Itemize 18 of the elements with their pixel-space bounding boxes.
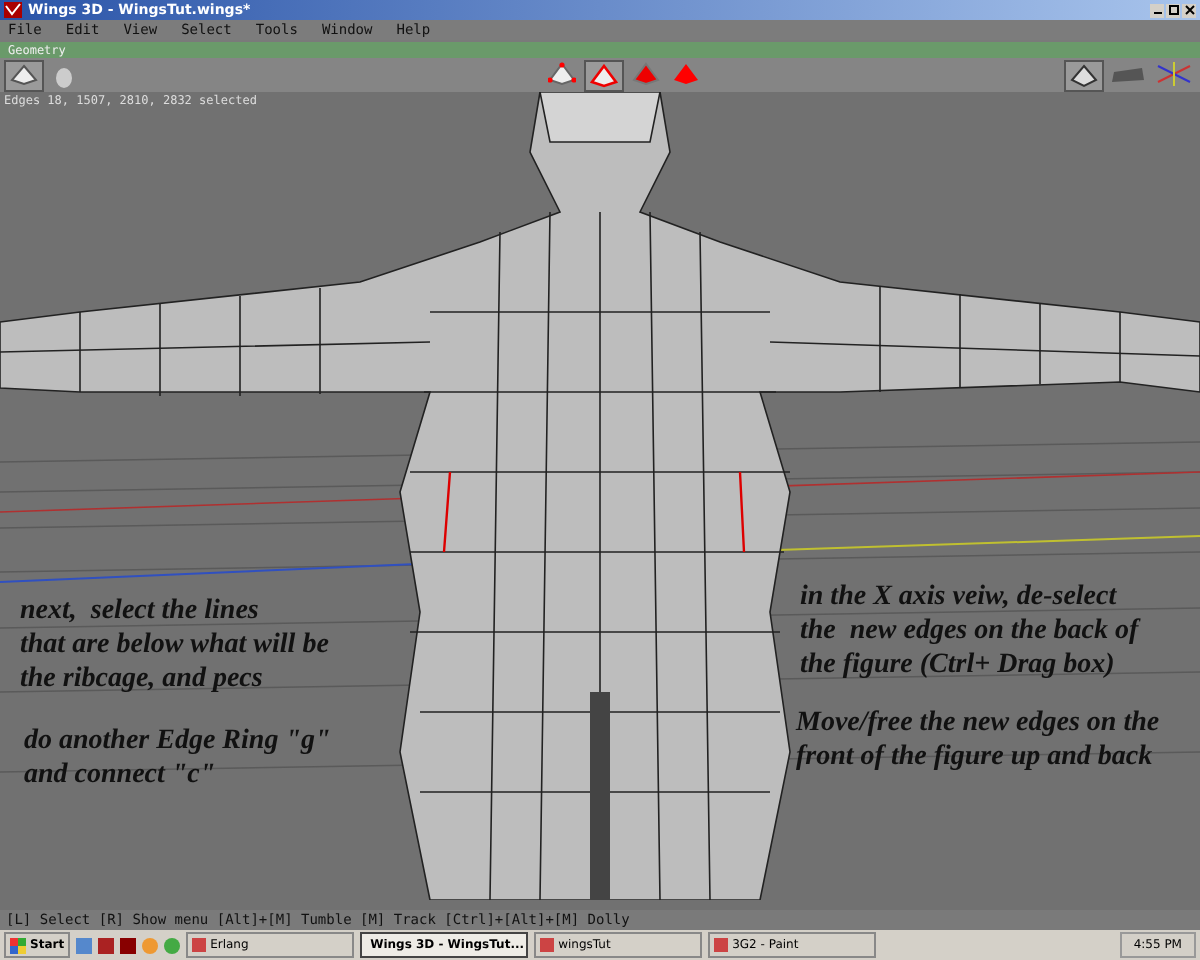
annotation-text: in the X axis veiw, de-select the new edges on the back of the figure (Ctrl+ Drag box) <box>800 580 1139 682</box>
app-icon <box>714 938 729 952</box>
annotation-text: next, select the lines that are below what will be the ribcage, and pecs <box>20 594 329 696</box>
windows-logo-icon <box>10 937 26 953</box>
app-icon <box>540 938 555 952</box>
annotation-text: Move/free the new edges on the front of the figure up and back <box>796 706 1160 774</box>
app-icon <box>4 2 22 18</box>
minimize-button[interactable] <box>1150 3 1164 17</box>
vertex-mode-button[interactable] <box>544 59 580 87</box>
pyramid-view-button[interactable] <box>1064 59 1104 91</box>
close-button[interactable] <box>1182 3 1196 17</box>
restore-button[interactable] <box>1166 3 1180 17</box>
quick-launch-icons[interactable] <box>76 935 181 955</box>
shaded-view-button[interactable] <box>4 59 44 91</box>
axes-view-button[interactable] <box>1152 59 1196 87</box>
annotation-text: do another Edge Ring "g" and connect "c" <box>24 724 331 792</box>
edge-mode-button[interactable] <box>584 59 624 91</box>
app-icon <box>192 938 207 952</box>
